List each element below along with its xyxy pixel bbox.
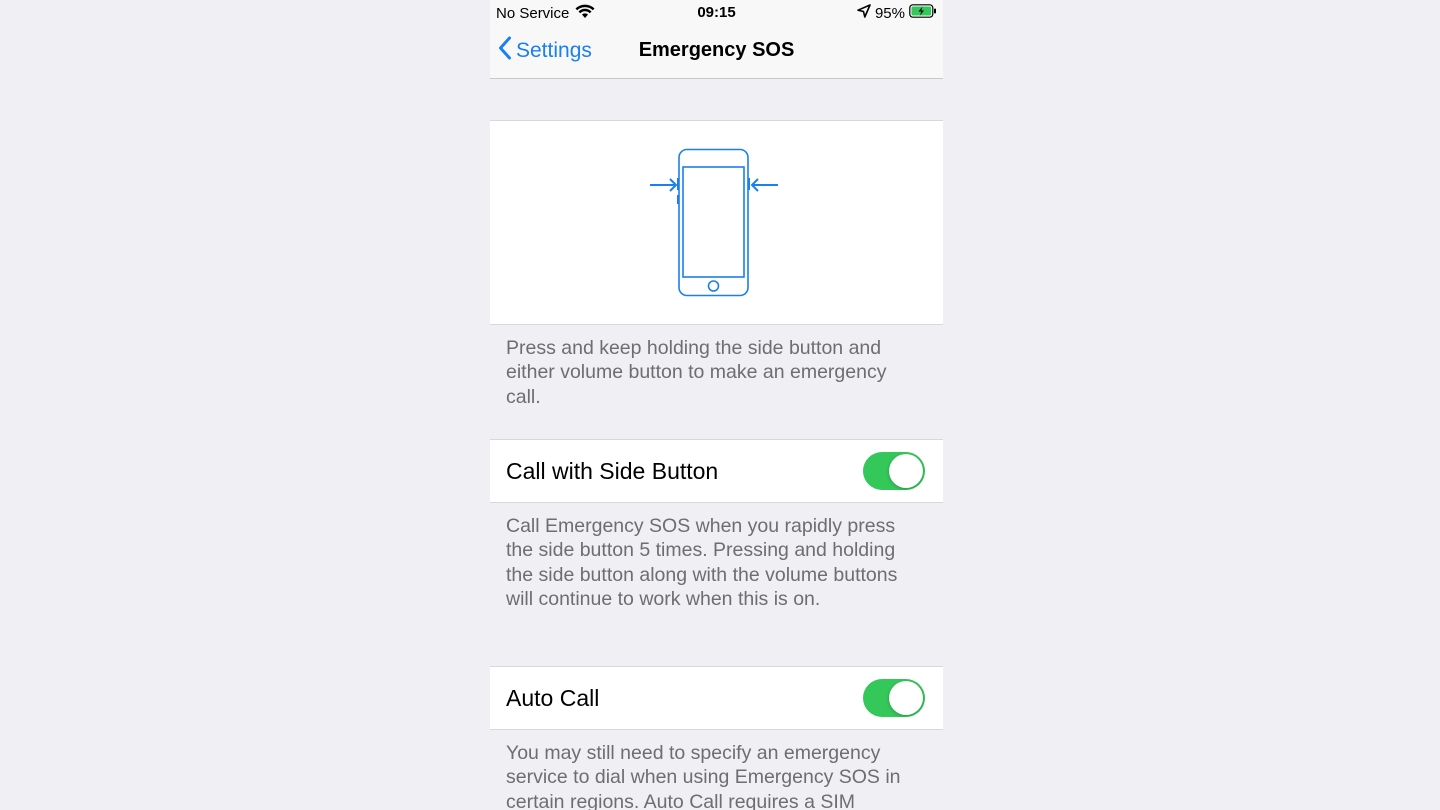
auto-call-toggle[interactable] bbox=[863, 679, 925, 717]
side-button-description: Call Emergency SOS when you rapidly pres… bbox=[506, 515, 898, 610]
status-right: 95% bbox=[857, 4, 937, 22]
auto-call-description: You may still need to specify an emergen… bbox=[506, 742, 901, 810]
page-title: Emergency SOS bbox=[638, 39, 795, 61]
auto-call-label: Auto Call bbox=[506, 685, 600, 711]
phone-screen: No Service 09:15 95% Settings Emergency … bbox=[490, 0, 943, 810]
call-with-side-button-label: Call with Side Button bbox=[506, 458, 719, 484]
auto-call-row: Auto Call bbox=[490, 666, 943, 730]
toggle-knob bbox=[889, 681, 923, 715]
illustration-card bbox=[490, 120, 943, 325]
battery-charging-icon bbox=[909, 4, 937, 22]
screen-background: No Service 09:15 95% Settings Emergency … bbox=[0, 0, 1440, 810]
battery-percent: 95% bbox=[874, 4, 905, 22]
phone-side-buttons-icon bbox=[648, 148, 780, 303]
call-with-side-button-toggle[interactable] bbox=[863, 452, 925, 490]
toggle-knob bbox=[889, 454, 923, 488]
location-icon bbox=[857, 4, 871, 22]
call-with-side-button-row: Call with Side Button bbox=[490, 439, 943, 503]
status-bar: No Service 09:15 95% bbox=[490, 0, 943, 26]
navigation-bar: Settings Emergency SOS bbox=[490, 26, 943, 79]
intro-description: Press and keep holding the side button a… bbox=[506, 337, 887, 408]
